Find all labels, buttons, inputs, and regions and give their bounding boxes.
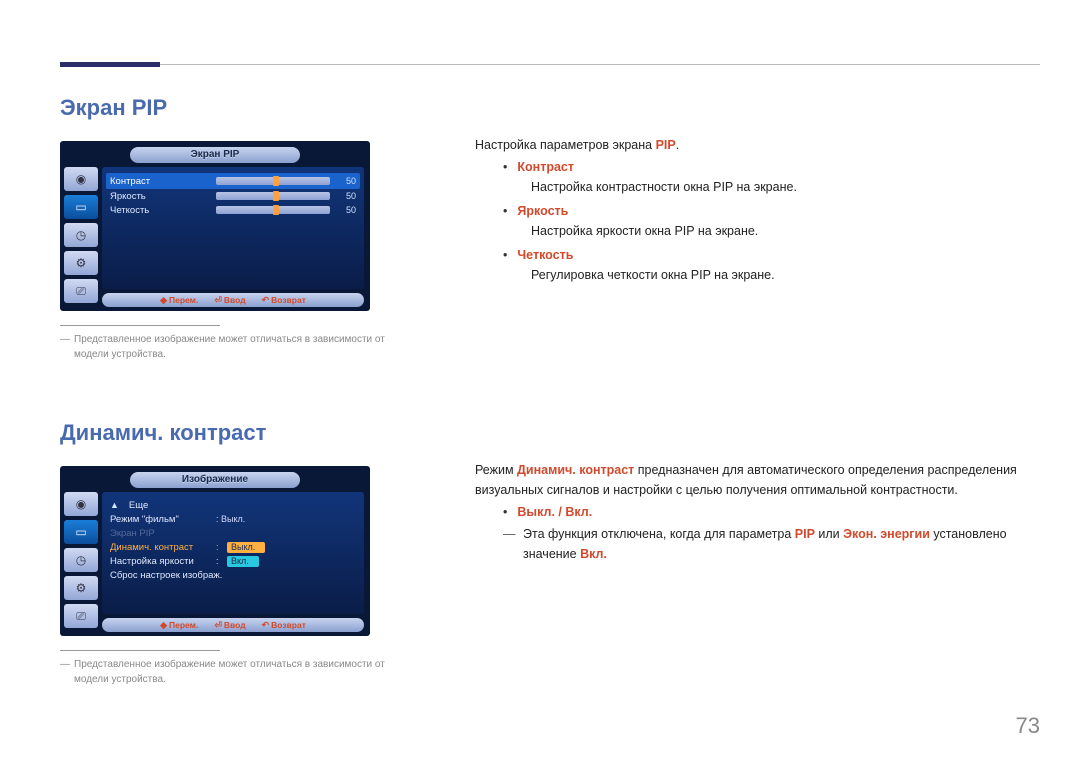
diamond-icon: ◆ [160,620,167,631]
osd-footer-move: ◆Перем. [160,620,198,631]
bullet-desc: Настройка яркости окна PIP на экране. [531,221,1040,241]
bullet-contrast: Контраст [503,157,1040,177]
osd-footer-return: ↶Возврат [262,620,306,631]
enter-icon: ⏎ [214,295,222,306]
osd-footer: ◆Перем. ⏎Ввод ↶Возврат [102,293,364,307]
note-rule [60,650,220,651]
osd-value-highlight: Вкл. [227,556,259,567]
section-title: Динамич. контраст [60,420,1040,446]
slider-track [216,177,330,185]
right-column: Настройка параметров экрана PIP. Контрас… [475,135,1040,362]
osd-footer-move: ◆Перем. [160,295,198,306]
osd-title: Изображение [130,472,300,488]
section-pip-screen: Экран PIP Экран PIP ◉ ▭ ◷ ⚙ ⎚ Контраст 5… [60,95,1040,362]
osd-label: Сброс настроек изображ. [110,570,222,581]
intro-line: Настройка параметров экрана PIP. [475,135,1040,155]
accent-text: Динамич. контраст [517,463,634,477]
bullet-desc: Настройка контрастности окна PIP на экра… [531,177,1040,197]
input-icon: ⎚ [64,604,98,628]
clock-icon: ◷ [64,548,98,572]
osd-title: Экран PIP [130,147,300,163]
diamond-icon: ◆ [160,295,167,306]
return-icon: ↶ [262,295,270,306]
osd-row-more: ▲ Еще [110,498,356,512]
display-icon: ▭ [64,195,98,219]
body-paragraph: Режим Динамич. контраст предназначен для… [475,460,1040,500]
osd-footer-enter: ⏎Ввод [214,620,245,631]
display-icon: ▭ [64,520,98,544]
bullet-off-on: Выкл. / Вкл. [503,502,1040,522]
enter-icon: ⏎ [214,620,222,631]
osd-footer: ◆Перем. ⏎Ввод ↶Возврат [102,618,364,632]
bullet-brightness: Яркость [503,201,1040,221]
accent-text: PIP [795,527,815,541]
osd-label: Яркость [110,191,210,202]
camera-icon: ◉ [64,492,98,516]
osd-value-highlight: Выкл. [227,542,265,553]
bullet-list: Выкл. / Вкл. [503,502,1040,522]
osd-row-reset: Сброс настроек изображ. [110,568,356,582]
osd-sidebar: ◉ ▭ ◷ ⚙ ⎚ [64,492,98,614]
osd-main-panel: Контраст 50 Яркость 50 Четкость 50 [102,167,364,289]
osd-label: Настройка яркости [110,556,210,567]
osd-row-dyncontrast: Динамич. контраст : Выкл. [110,540,356,554]
osd-footer-return: ↶Возврат [262,295,306,306]
accent-text: Вкл. [580,547,607,561]
osd-row-brightness: Яркость 50 [110,189,356,203]
osd-value: 50 [336,205,356,215]
return-icon: ↶ [262,620,270,631]
osd-row-pip: Экран PIP [110,526,356,540]
disclaimer-note: Представленное изображение может отличат… [60,332,395,362]
osd-row-contrast: Контраст 50 [106,173,360,189]
osd-label: Контраст [110,176,210,187]
header-rule [60,64,1040,65]
slider-track [216,206,330,214]
page-number: 73 [1016,713,1040,739]
section-dynamic-contrast: Динамич. контраст Изображение ◉ ▭ ◷ ⚙ ⎚ … [60,420,1040,687]
section-title: Экран PIP [60,95,1040,121]
osd-main-panel: ▲ Еще Режим "фильм" : Выкл. Экран PIP Ди… [102,492,364,614]
osd-sidebar: ◉ ▭ ◷ ⚙ ⎚ [64,167,98,289]
left-column: Изображение ◉ ▭ ◷ ⚙ ⎚ ▲ Еще Режим "фильм… [60,460,395,687]
camera-icon: ◉ [64,167,98,191]
osd-label: Режим "фильм" [110,514,210,525]
bullet-list: Контраст Настройка контрастности окна PI… [503,157,1040,285]
osd-value: 50 [336,176,356,186]
osd-row-movie: Режим "фильм" : Выкл. [110,512,356,526]
left-column: Экран PIP ◉ ▭ ◷ ⚙ ⎚ Контраст 50 Яркость [60,135,395,362]
osd-value: : Выкл. [216,514,245,524]
osd-label: Четкость [110,205,210,216]
header-accent-bar [60,62,160,67]
gear-icon: ⚙ [64,576,98,600]
disclaimer-note: Представленное изображение может отличат… [60,657,395,687]
input-icon: ⎚ [64,279,98,303]
bullet-sharpness: Четкость [503,245,1040,265]
osd-label: Экран PIP [110,528,210,539]
bullet-desc: Регулировка четкости окна PIP на экране. [531,265,1040,285]
osd-row-brightset: Настройка яркости : Вкл. [110,554,356,568]
triangle-up-icon: ▲ [110,500,119,510]
clock-icon: ◷ [64,223,98,247]
accent-text: Экон. энергии [843,527,930,541]
osd-value: 50 [336,191,356,201]
right-column: Режим Динамич. контраст предназначен для… [475,460,1040,687]
osd-label: Еще [129,500,148,511]
gear-icon: ⚙ [64,251,98,275]
osd-screenshot-pip: Экран PIP ◉ ▭ ◷ ⚙ ⎚ Контраст 50 Яркость [60,141,370,311]
osd-label: Динамич. контраст [110,542,210,553]
accent-text: PIP [656,138,676,152]
osd-footer-enter: ⏎Ввод [214,295,245,306]
osd-screenshot-image: Изображение ◉ ▭ ◷ ⚙ ⎚ ▲ Еще Режим "фильм… [60,466,370,636]
osd-row-sharpness: Четкость 50 [110,203,356,217]
note-rule [60,325,220,326]
slider-track [216,192,330,200]
dash-note: Эта функция отключена, когда для парамет… [503,524,1040,564]
